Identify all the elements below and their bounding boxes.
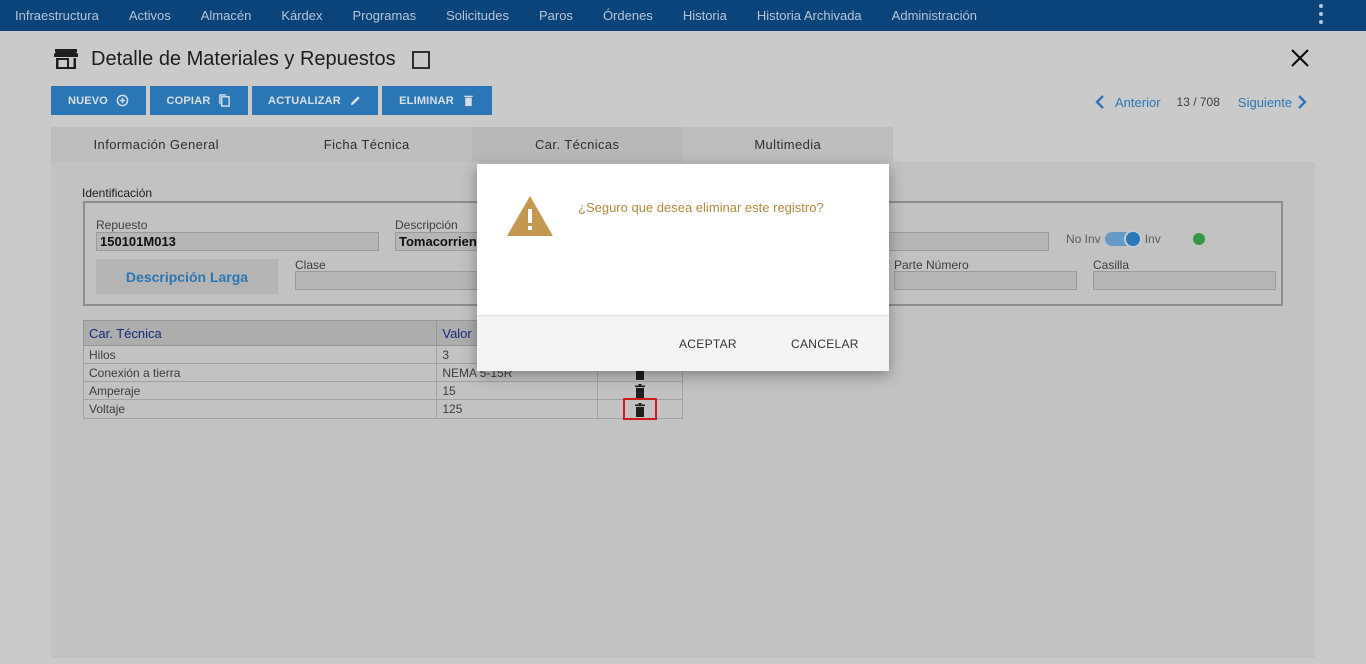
aceptar-button[interactable]: ACEPTAR [679,337,737,351]
dialog-footer: ACEPTAR CANCELAR [477,315,889,371]
dialog-body: ¿Seguro que desea eliminar este registro… [477,164,889,315]
dialog-message: ¿Seguro que desea eliminar este registro… [578,200,824,215]
warning-icon [507,196,553,236]
cancelar-button[interactable]: CANCELAR [791,337,859,351]
confirm-dialog: ¿Seguro que desea eliminar este registro… [477,164,889,371]
